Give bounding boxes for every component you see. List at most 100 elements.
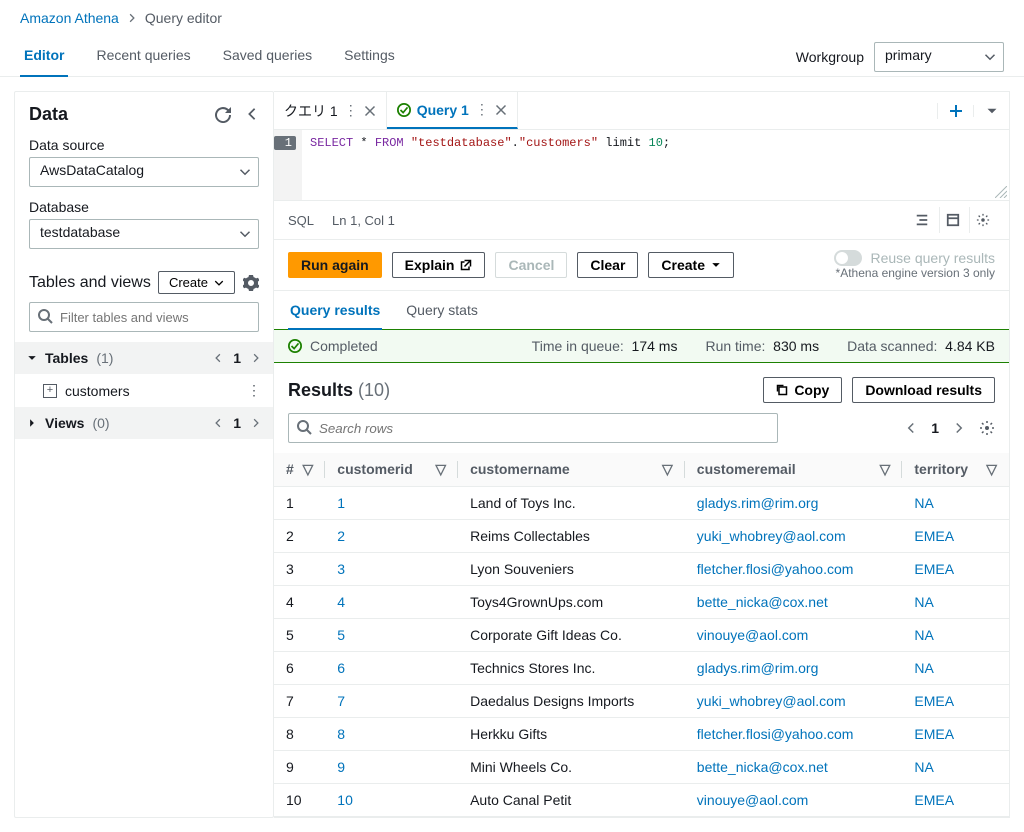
search-rows-input[interactable]	[288, 413, 778, 443]
create-query-button[interactable]: Create	[648, 252, 734, 278]
table-row[interactable]: 1010Auto Canal Petitvinouye@aol.comEMEA	[274, 784, 1009, 817]
cell-customeremail[interactable]: gladys.rim@rim.org	[685, 487, 903, 520]
run-button[interactable]: Run again	[288, 252, 382, 278]
sort-icon[interactable]: ▽	[880, 461, 891, 478]
cell-customerid[interactable]: 3	[325, 553, 458, 586]
cell-customeremail[interactable]: bette_nicka@cox.net	[685, 586, 903, 619]
table-row[interactable]: 22Reims Collectablesyuki_whobrey@aol.com…	[274, 520, 1009, 553]
format-icon[interactable]	[909, 207, 935, 233]
sort-icon[interactable]: ▽	[662, 461, 673, 478]
col-index[interactable]: #▽	[274, 453, 325, 487]
filter-tables-input[interactable]	[29, 302, 259, 332]
next-page-icon[interactable]	[251, 418, 261, 428]
cell-customerid[interactable]: 5	[325, 619, 458, 652]
close-icon[interactable]	[364, 105, 376, 117]
expand-editor-icon[interactable]	[939, 207, 965, 233]
cell-territory[interactable]: NA	[902, 586, 1009, 619]
database-select[interactable]: testdatabase	[29, 219, 259, 249]
cell-territory[interactable]: NA	[902, 487, 1009, 520]
next-page-icon[interactable]	[251, 353, 261, 363]
editor-settings-icon[interactable]	[969, 207, 995, 233]
table-row[interactable]: 44Toys4GrownUps.combette_nicka@cox.netNA	[274, 586, 1009, 619]
cell-customeremail[interactable]: gladys.rim@rim.org	[685, 652, 903, 685]
database-label: Database	[29, 199, 259, 215]
expand-icon[interactable]: +	[43, 384, 57, 398]
cell-customeremail[interactable]: yuki_whobrey@aol.com	[685, 520, 903, 553]
col-territory[interactable]: territory▽	[902, 453, 1009, 487]
tab-menu-icon[interactable]: ⋮	[344, 102, 358, 119]
clear-button[interactable]: Clear	[577, 252, 638, 278]
cell-customerid[interactable]: 1	[325, 487, 458, 520]
code-content[interactable]: SELECT * FROM "testdatabase"."customers"…	[302, 130, 1009, 200]
tables-group[interactable]: Tables(1) 1	[15, 342, 273, 374]
table-row[interactable]: 33Lyon Souveniersfletcher.flosi@yahoo.co…	[274, 553, 1009, 586]
cell-customerid[interactable]: 7	[325, 685, 458, 718]
cell-territory[interactable]: EMEA	[902, 784, 1009, 817]
prev-page-icon[interactable]	[213, 418, 223, 428]
cell-customeremail[interactable]: vinouye@aol.com	[685, 784, 903, 817]
cell-customerid[interactable]: 10	[325, 784, 458, 817]
reuse-toggle[interactable]	[834, 250, 862, 266]
sort-icon[interactable]: ▽	[303, 461, 314, 478]
cell-customerid[interactable]: 6	[325, 652, 458, 685]
datasource-select[interactable]: AwsDataCatalog	[29, 157, 259, 187]
table-row[interactable]: 77Daedalus Designs Importsyuki_whobrey@a…	[274, 685, 1009, 718]
gear-icon[interactable]	[243, 275, 259, 291]
explain-button[interactable]: Explain	[392, 252, 486, 278]
sort-icon[interactable]: ▽	[986, 461, 997, 478]
table-row[interactable]: 88Herkku Giftsfletcher.flosi@yahoo.comEM…	[274, 718, 1009, 751]
next-page-icon[interactable]	[953, 422, 965, 434]
sql-editor[interactable]: 1 SELECT * FROM "testdatabase"."customer…	[274, 130, 1009, 201]
close-icon[interactable]	[495, 104, 507, 116]
tab-recent[interactable]: Recent queries	[92, 37, 194, 77]
table-row[interactable]: 99Mini Wheels Co.bette_nicka@cox.netNA	[274, 751, 1009, 784]
breadcrumb-service[interactable]: Amazon Athena	[20, 10, 119, 26]
tab-query-results[interactable]: Query results	[288, 292, 382, 330]
collapse-icon[interactable]	[245, 107, 259, 123]
col-customeremail[interactable]: customeremail▽	[685, 453, 903, 487]
cell-customeremail[interactable]: fletcher.flosi@yahoo.com	[685, 553, 903, 586]
tab-menu-icon[interactable]: ⋮	[475, 101, 489, 118]
tab-settings[interactable]: Settings	[340, 37, 399, 77]
tab-overflow-button[interactable]	[973, 105, 1009, 117]
refresh-icon[interactable]	[215, 107, 231, 123]
table-row[interactable]: 55Corporate Gift Ideas Co.vinouye@aol.co…	[274, 619, 1009, 652]
cell-customerid[interactable]: 2	[325, 520, 458, 553]
cell-customeremail[interactable]: fletcher.flosi@yahoo.com	[685, 718, 903, 751]
cell-territory[interactable]: EMEA	[902, 553, 1009, 586]
cell-territory[interactable]: NA	[902, 619, 1009, 652]
cell-customerid[interactable]: 4	[325, 586, 458, 619]
query-tab-2[interactable]: Query 1 ⋮	[387, 92, 518, 129]
add-tab-button[interactable]	[937, 103, 973, 119]
tab-editor[interactable]: Editor	[20, 37, 68, 77]
tab-saved[interactable]: Saved queries	[219, 37, 317, 77]
cell-territory[interactable]: NA	[902, 652, 1009, 685]
cell-customerid[interactable]: 9	[325, 751, 458, 784]
query-tab-1[interactable]: クエリ 1 ⋮	[274, 92, 387, 129]
create-table-button[interactable]: Create	[158, 271, 235, 294]
table-item[interactable]: + customers ⋮	[15, 374, 273, 407]
download-button[interactable]: Download results	[852, 377, 995, 403]
cell-territory[interactable]: EMEA	[902, 685, 1009, 718]
sort-icon[interactable]: ▽	[435, 461, 446, 478]
views-group[interactable]: Views(0) 1	[15, 407, 273, 439]
cell-customerid[interactable]: 8	[325, 718, 458, 751]
cell-territory[interactable]: EMEA	[902, 718, 1009, 751]
table-row[interactable]: 11Land of Toys Inc.gladys.rim@rim.orgNA	[274, 487, 1009, 520]
cell-territory[interactable]: EMEA	[902, 520, 1009, 553]
prev-page-icon[interactable]	[213, 353, 223, 363]
col-customername[interactable]: customername▽	[458, 453, 685, 487]
cell-customeremail[interactable]: bette_nicka@cox.net	[685, 751, 903, 784]
workgroup-select[interactable]: primary	[874, 42, 1004, 72]
tab-query-stats[interactable]: Query stats	[404, 292, 480, 330]
copy-button[interactable]: Copy	[763, 377, 842, 403]
col-customerid[interactable]: customerid▽	[325, 453, 458, 487]
cell-territory[interactable]: NA	[902, 751, 1009, 784]
table-row[interactable]: 66Technics Stores Inc.gladys.rim@rim.org…	[274, 652, 1009, 685]
more-icon[interactable]: ⋮	[247, 382, 261, 399]
resize-handle-icon[interactable]	[995, 186, 1007, 198]
prev-page-icon[interactable]	[905, 422, 917, 434]
table-settings-icon[interactable]	[979, 420, 995, 436]
cell-customeremail[interactable]: vinouye@aol.com	[685, 619, 903, 652]
cell-customeremail[interactable]: yuki_whobrey@aol.com	[685, 685, 903, 718]
